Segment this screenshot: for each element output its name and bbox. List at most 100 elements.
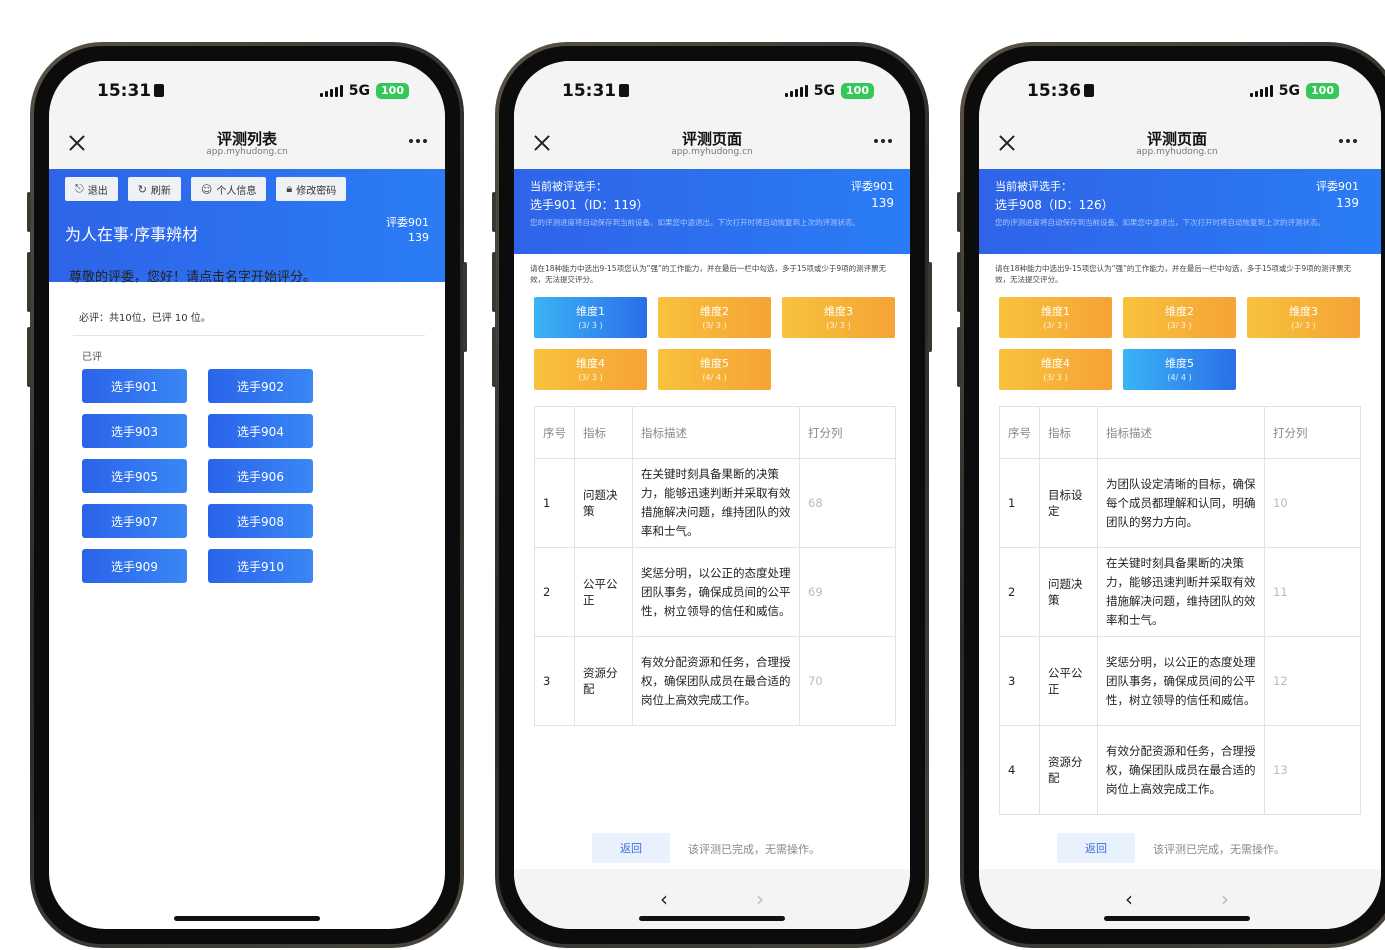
candidate-button[interactable]: 选手906 <box>208 459 313 493</box>
page-title: 评测页面 <box>681 130 742 148</box>
indicator-table: 序号 指标 指标描述 打分列 1 目标设定 为团队设定清晰的目标，确保每个成员都… <box>999 406 1361 815</box>
row-score[interactable]: 68 <box>799 458 896 548</box>
dimension-tab-5[interactable]: 维度5 (4/ 4 ) <box>658 349 771 390</box>
candidate-button[interactable]: 选手902 <box>208 369 313 403</box>
candidate-button[interactable]: 选手904 <box>208 414 313 448</box>
eval-header: 当前被评选手： 选手901（ID：119） 评委901 139 您的评测进度将自… <box>514 169 910 254</box>
side-button <box>957 252 961 312</box>
row-description: 有效分配资源和任务，合理授权，确保团队成员在最合适的岗位上高效完成工作。 <box>1097 725 1265 815</box>
table-row: 1 问题决策 在关键时刻具备果断的决策力，能够迅速判断并采取有效措施解决问题，维… <box>534 458 896 548</box>
page-url: app.myhudong.cn <box>206 147 288 157</box>
bezel: 15:36 5G 100 评测页面 app.myhudong.cn 当前被评选手… <box>964 46 1385 944</box>
dimension-tab-2[interactable]: 维度2 (3/ 3 ) <box>658 297 771 338</box>
clock: 15:31 <box>97 81 165 101</box>
home-indicator[interactable] <box>174 916 320 921</box>
side-button <box>492 327 496 387</box>
phone-frame-eval-908: 15:36 5G 100 评测页面 app.myhudong.cn 当前被评选手… <box>957 42 1385 948</box>
side-button <box>27 192 31 232</box>
home-indicator[interactable] <box>1104 916 1250 921</box>
nav-bar: 评测页面 app.myhudong.cn <box>979 121 1381 169</box>
phone-frame-list: 15:31 5G 100 评测列表 app.myhudong.cn ⎋ 退出 ↻ 刷… <box>27 42 467 948</box>
dimension-tab-1[interactable]: 维度1 (3/ 3 ) <box>534 297 647 338</box>
chevron-left-icon[interactable]: ‹ <box>660 887 668 911</box>
chevron-right-icon[interactable]: › <box>1221 887 1229 911</box>
battery-icon: 100 <box>841 83 874 99</box>
dimension-tab-4[interactable]: 维度4 (3/ 3 ) <box>999 349 1112 390</box>
user-icon: ☺ <box>200 182 213 196</box>
row-score[interactable]: 12 <box>1264 636 1361 726</box>
dimension-tab-3[interactable]: 维度3 (3/ 3 ) <box>782 297 895 338</box>
chevron-right-icon[interactable]: › <box>756 887 764 911</box>
back-button[interactable]: 返回 <box>1057 833 1135 863</box>
screen: 15:31 5G 100 评测页面 app.myhudong.cn 当前被评选手… <box>514 61 910 929</box>
side-button <box>957 327 961 387</box>
row-description: 在关键时刻具备果断的决策力，能够迅速判断并采取有效措施解决问题，维持团队的效率和… <box>1097 547 1265 637</box>
dimension-tab-2[interactable]: 维度2 (3/ 3 ) <box>1123 297 1236 338</box>
candidate-button[interactable]: 选手907 <box>82 504 187 538</box>
header-score: 打分列 <box>1264 406 1361 459</box>
screen: 15:31 5G 100 评测列表 app.myhudong.cn ⎋ 退出 ↻ 刷… <box>49 61 445 929</box>
side-button <box>27 327 31 387</box>
sim-icon <box>619 84 630 97</box>
profile-button[interactable]: ☺ 个人信息 <box>190 177 267 201</box>
autosave-note: 您的评测进度将自动保存到当前设备。如果您中途退出，下次打开时将自动恢复到上次的评… <box>530 218 860 227</box>
toolbar: ⎋ 退出 ↻ 刷新 ☺ 个人信息 🔒︎ 修改密码 <box>65 177 347 201</box>
row-score[interactable]: 70 <box>799 636 896 726</box>
candidate-button[interactable]: 选手908 <box>208 504 313 538</box>
candidate-button[interactable]: 选手901 <box>82 369 187 403</box>
signal-icon <box>1249 85 1273 97</box>
eval-header: 当前被评选手： 选手908（ID：126） 评委901 139 您的评测进度将自… <box>979 169 1381 254</box>
clock: 15:36 <box>1027 81 1095 101</box>
lock-icon: 🔒︎ <box>286 182 293 195</box>
dimension-tab-5[interactable]: 维度5 (4/ 4 ) <box>1123 349 1236 390</box>
logout-button[interactable]: ⎋ 退出 <box>65 177 118 201</box>
dimension-tab-4[interactable]: 维度4 (3/ 3 ) <box>534 349 647 390</box>
candidate-button[interactable]: 选手905 <box>82 459 187 493</box>
candidate-button[interactable]: 选手903 <box>82 414 187 448</box>
row-description: 在关键时刻具备果断的决策力，能够迅速判断并采取有效措施解决问题，维持团队的效率和… <box>632 458 800 548</box>
logout-icon: ⎋ <box>75 182 84 195</box>
row-score[interactable]: 13 <box>1264 725 1361 815</box>
autosave-note: 您的评测进度将自动保存到当前设备。如果您中途退出，下次打开时将自动恢复到上次的评… <box>995 218 1325 227</box>
dimension-tab-1[interactable]: 维度1 (3/ 3 ) <box>999 297 1112 338</box>
dimension-tab-3[interactable]: 维度3 (3/ 3 ) <box>1247 297 1360 338</box>
header-no: 序号 <box>534 406 575 459</box>
table-row: 3 公平公正 奖惩分明，以公正的态度处理团队事务，确保成员间的公平性，树立领导的… <box>999 636 1361 726</box>
judge-name: 评委901 <box>1316 180 1359 193</box>
completed-message: 该评测已完成，无需操作。 <box>1153 843 1285 856</box>
row-indicator: 公平公正 <box>574 547 633 637</box>
sim-icon <box>154 84 165 97</box>
row-score[interactable]: 11 <box>1264 547 1361 637</box>
change-password-button[interactable]: 🔒︎ 修改密码 <box>276 177 347 201</box>
must-rate-summary: 必评：共10位，已评 10 位。 <box>79 313 211 324</box>
more-icon[interactable] <box>1339 139 1357 143</box>
current-candidate: 选手901（ID：119） <box>530 198 649 212</box>
network-type: 5G <box>348 83 371 99</box>
side-button <box>957 192 961 232</box>
row-no: 1 <box>999 458 1040 548</box>
candidate-button[interactable]: 选手910 <box>208 549 313 583</box>
row-score[interactable]: 69 <box>799 547 896 637</box>
row-indicator: 问题决策 <box>574 458 633 548</box>
home-indicator[interactable] <box>639 916 785 921</box>
current-candidate-label: 当前被评选手： <box>530 180 607 193</box>
back-button[interactable]: 返回 <box>592 833 670 863</box>
candidate-button[interactable]: 选手909 <box>82 549 187 583</box>
row-no: 3 <box>534 636 575 726</box>
header-score: 打分列 <box>799 406 896 459</box>
row-no: 4 <box>999 725 1040 815</box>
bezel: 15:31 5G 100 评测页面 app.myhudong.cn 当前被评选手… <box>499 46 925 944</box>
chevron-left-icon[interactable]: ‹ <box>1125 887 1133 911</box>
judge-name: 评委901 <box>851 180 894 193</box>
refresh-button[interactable]: ↻ 刷新 <box>127 177 181 201</box>
header-indicator: 指标 <box>574 406 633 459</box>
row-description: 奖惩分明，以公正的态度处理团队事务，确保成员间的公平性，树立领导的信任和威信。 <box>632 547 800 637</box>
row-score[interactable]: 10 <box>1264 458 1361 548</box>
status-bar: 15:31 5G 100 <box>49 61 445 121</box>
more-icon[interactable] <box>409 139 427 143</box>
page-title: 评测列表 <box>216 130 277 148</box>
side-button <box>27 252 31 312</box>
more-icon[interactable] <box>874 139 892 143</box>
status-bar: 15:31 5G 100 <box>514 61 910 121</box>
page-title: 评测页面 <box>1146 130 1207 148</box>
